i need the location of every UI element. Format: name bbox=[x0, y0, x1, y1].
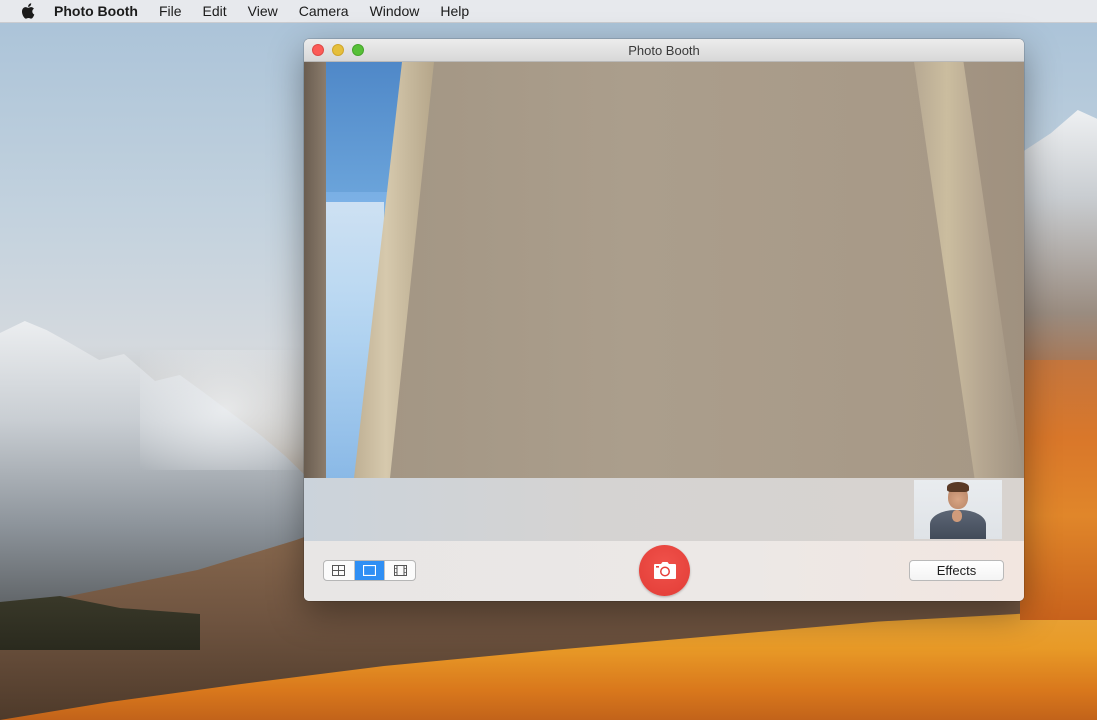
menu-app-name[interactable]: Photo Booth bbox=[54, 3, 138, 19]
camera-preview bbox=[304, 62, 1024, 478]
four-up-mode-button[interactable] bbox=[324, 561, 355, 580]
photo-thumbnail[interactable] bbox=[914, 480, 1002, 539]
camera-icon bbox=[653, 561, 676, 579]
thumbnail-hand bbox=[952, 510, 962, 522]
effects-button[interactable]: Effects bbox=[909, 560, 1004, 581]
wallpaper-haze bbox=[140, 350, 310, 470]
photo-booth-window: Photo Booth Effects bbox=[304, 39, 1024, 601]
wallpaper-slope-right bbox=[1020, 360, 1097, 620]
view-mode-toggle bbox=[323, 560, 416, 581]
preview-pillar bbox=[304, 62, 326, 478]
thumbnail-hair bbox=[947, 482, 969, 492]
menu-camera[interactable]: Camera bbox=[299, 3, 349, 19]
minimize-button[interactable] bbox=[332, 44, 344, 56]
preview-door bbox=[384, 62, 1004, 478]
menu-window[interactable]: Window bbox=[370, 3, 420, 19]
menu-help[interactable]: Help bbox=[440, 3, 469, 19]
film-icon bbox=[393, 565, 407, 576]
movie-mode-button[interactable] bbox=[385, 561, 415, 580]
wallpaper-mountain-right bbox=[1020, 110, 1097, 400]
menu-edit[interactable]: Edit bbox=[203, 3, 227, 19]
close-button[interactable] bbox=[312, 44, 324, 56]
grid-icon bbox=[332, 565, 346, 576]
single-photo-icon bbox=[363, 565, 376, 576]
apple-icon[interactable] bbox=[20, 0, 36, 22]
zoom-button[interactable] bbox=[352, 44, 364, 56]
single-photo-mode-button[interactable] bbox=[354, 561, 386, 580]
bottom-toolbar: Effects bbox=[304, 541, 1024, 601]
window-title: Photo Booth bbox=[628, 42, 700, 58]
menu-bar: Photo Booth File Edit View Camera Window… bbox=[0, 0, 1097, 23]
menu-view[interactable]: View bbox=[248, 3, 278, 19]
menu-file[interactable]: File bbox=[159, 3, 182, 19]
photo-strip bbox=[304, 478, 1024, 541]
take-photo-button[interactable] bbox=[639, 545, 690, 596]
title-bar[interactable]: Photo Booth bbox=[304, 39, 1024, 62]
